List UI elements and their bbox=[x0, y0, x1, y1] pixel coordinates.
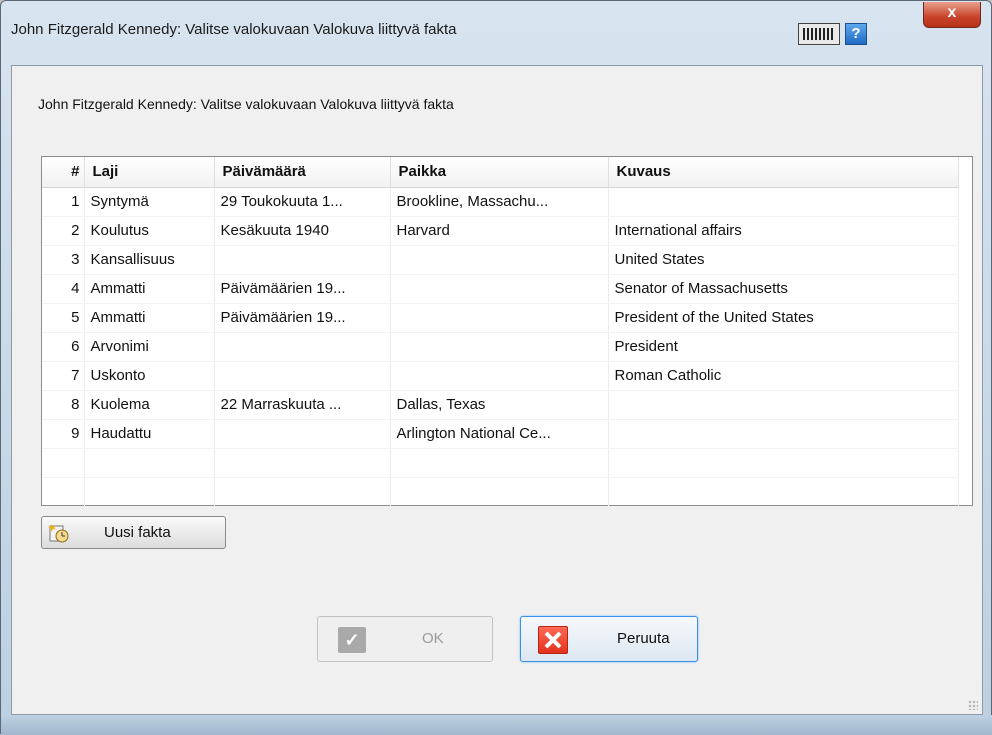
table-cell: 29 Toukokuuta 1... bbox=[214, 187, 391, 217]
table-cell: Haudattu bbox=[84, 419, 215, 449]
table-cell: 2 bbox=[42, 216, 85, 246]
table-cell bbox=[42, 477, 85, 507]
table-row[interactable]: 1 Syntymä 29 Toukokuuta 1... Brookline, Mas… bbox=[42, 187, 959, 217]
table-cell bbox=[608, 448, 959, 478]
table-cell bbox=[214, 332, 391, 362]
facts-table[interactable]: # Laji Päivämäärä Paikka Kuvaus 1 Syntymä… bbox=[41, 156, 973, 507]
title-bar[interactable]: John Fitzgerald Kennedy: Valitse valokuv… bbox=[1, 1, 991, 65]
table-cell: 7 bbox=[42, 361, 85, 391]
window-title: John Fitzgerald Kennedy: Valitse valokuv… bbox=[11, 21, 457, 38]
table-cell: Päivämäärien 19... bbox=[214, 274, 391, 304]
table-cell: 5 bbox=[42, 303, 85, 333]
table-cell: Arlington National Ce... bbox=[390, 419, 609, 449]
table-cell: Ammatti bbox=[84, 274, 215, 304]
table-row[interactable]: 3 Kansallisuus United States bbox=[42, 245, 959, 275]
help-icon[interactable]: ? bbox=[845, 23, 867, 45]
empty-table-row[interactable] bbox=[42, 477, 959, 507]
column-header-kuvaus[interactable]: Kuvaus bbox=[608, 157, 959, 188]
table-row[interactable]: 2 Koulutus Kesäkuuta 1940 Harvard Internatio… bbox=[42, 216, 959, 246]
table-cell: 8 bbox=[42, 390, 85, 420]
new-fact-button[interactable]: Uusi fakta bbox=[41, 516, 226, 549]
table-cell: International affairs bbox=[608, 216, 959, 246]
window-bottom-edge bbox=[1, 715, 992, 735]
table-row[interactable]: 7 Uskonto Roman Catholic bbox=[42, 361, 959, 391]
table-cell bbox=[608, 187, 959, 217]
table-cell: 9 bbox=[42, 419, 85, 449]
table-cell: President bbox=[608, 332, 959, 362]
table-cell: 4 bbox=[42, 274, 85, 304]
table-cell: Arvonimi bbox=[84, 332, 215, 362]
table-cell: 3 bbox=[42, 245, 85, 275]
table-cell bbox=[214, 245, 391, 275]
table-cell: President of the United States bbox=[608, 303, 959, 333]
table-cell bbox=[214, 419, 391, 449]
table-cell: 22 Marraskuuta ... bbox=[214, 390, 391, 420]
empty-table-row[interactable] bbox=[42, 448, 959, 478]
table-cell bbox=[214, 448, 391, 478]
resize-grip[interactable] bbox=[968, 700, 978, 710]
dialog-heading: John Fitzgerald Kennedy: Valitse valokuv… bbox=[38, 96, 454, 112]
table-cell bbox=[390, 303, 609, 333]
ok-label: OK bbox=[422, 630, 444, 647]
table-cell: Dallas, Texas bbox=[390, 390, 609, 420]
new-fact-label: Uusi fakta bbox=[104, 524, 171, 541]
table-row[interactable]: 6 Arvonimi President bbox=[42, 332, 959, 362]
table-cell: 6 bbox=[42, 332, 85, 362]
table-cell: Ammatti bbox=[84, 303, 215, 333]
table-cell: Kuolema bbox=[84, 390, 215, 420]
ok-button[interactable]: ✓ OK bbox=[317, 616, 493, 662]
table-cell: Harvard bbox=[390, 216, 609, 246]
table-cell bbox=[390, 361, 609, 391]
table-cell bbox=[608, 477, 959, 507]
table-cell bbox=[214, 477, 391, 507]
new-fact-icon bbox=[48, 524, 69, 543]
table-cell: United States bbox=[608, 245, 959, 275]
column-header-paivamaara[interactable]: Päivämäärä bbox=[214, 157, 391, 188]
column-header-number[interactable]: # bbox=[42, 157, 85, 188]
close-button[interactable]: x bbox=[923, 2, 981, 28]
cancel-label: Peruuta bbox=[617, 630, 670, 647]
dialog-window: John Fitzgerald Kennedy: Valitse valokuv… bbox=[0, 0, 992, 735]
table-cell bbox=[608, 419, 959, 449]
table-cell bbox=[42, 448, 85, 478]
table-cell: Senator of Massachusetts bbox=[608, 274, 959, 304]
table-cell: Brookline, Massachu... bbox=[390, 187, 609, 217]
table-cell: Päivämäärien 19... bbox=[214, 303, 391, 333]
table-cell bbox=[84, 477, 215, 507]
dialog-body: John Fitzgerald Kennedy: Valitse valokuv… bbox=[11, 65, 983, 715]
column-header-paikka[interactable]: Paikka bbox=[390, 157, 609, 188]
table-cell: Kansallisuus bbox=[84, 245, 215, 275]
checkmark-icon: ✓ bbox=[338, 627, 366, 653]
table-cell: Kesäkuuta 1940 bbox=[214, 216, 391, 246]
table-cell bbox=[390, 274, 609, 304]
table-row[interactable]: 5 Ammatti Päivämäärien 19... President of t… bbox=[42, 303, 959, 333]
table-cell: 1 bbox=[42, 187, 85, 217]
table-header-row: # Laji Päivämäärä Paikka Kuvaus bbox=[42, 157, 959, 188]
table-cell bbox=[214, 361, 391, 391]
table-cell bbox=[390, 448, 609, 478]
table-cell bbox=[390, 332, 609, 362]
table-cell: Syntymä bbox=[84, 187, 215, 217]
table-cell: Koulutus bbox=[84, 216, 215, 246]
table-row[interactable]: 4 Ammatti Päivämäärien 19... Senator of Mas… bbox=[42, 274, 959, 304]
table-row[interactable]: 8 Kuolema 22 Marraskuuta ... Dallas, Texas bbox=[42, 390, 959, 420]
table-cell bbox=[390, 477, 609, 507]
column-header-laji[interactable]: Laji bbox=[84, 157, 215, 188]
table-row[interactable]: 9 Haudattu Arlington National Ce... bbox=[42, 419, 959, 449]
cancel-button[interactable]: Peruuta bbox=[520, 616, 698, 662]
keyboard-icon[interactable] bbox=[798, 23, 840, 45]
table-cell bbox=[608, 390, 959, 420]
table-cell bbox=[84, 448, 215, 478]
table-cell bbox=[390, 245, 609, 275]
cancel-x-icon bbox=[538, 626, 568, 654]
table-cell: Roman Catholic bbox=[608, 361, 959, 391]
table-cell: Uskonto bbox=[84, 361, 215, 391]
